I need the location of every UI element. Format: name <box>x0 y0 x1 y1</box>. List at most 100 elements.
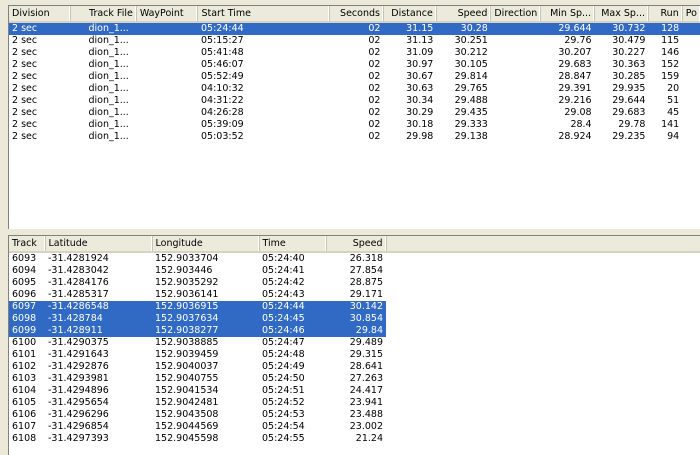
cell-waypoint <box>136 83 198 95</box>
column-header-position[interactable]: Po <box>682 6 700 23</box>
division-row[interactable]: 2 sec dion_1... 05:41:48 02 31.09 30.212 30.20… <box>9 47 700 59</box>
column-header-division[interactable]: Division <box>9 6 71 23</box>
cell-track-file: dion_1... <box>88 119 129 130</box>
cell-max-speed: 30.479 <box>612 35 646 46</box>
cell-seconds: 02 <box>368 107 381 118</box>
column-header-waypoint[interactable]: WayPoint <box>136 6 199 23</box>
track-point-row[interactable]: 6095 -31.4284176 152.9035292 05:24:42 28.875 <box>9 277 700 289</box>
cell-time: 05:24:42 <box>262 277 305 288</box>
track-point-row[interactable]: 6098 -31.428784 152.9037634 05:24:45 30.854 <box>9 313 700 325</box>
track-point-row[interactable]: 6099 -31.428911 152.9038277 05:24:46 29.84 <box>9 325 700 337</box>
division-row[interactable]: 2 sec dion_1... 05:52:49 02 30.67 29.814 28.84… <box>9 71 700 83</box>
division-list-pane[interactable]: Division Track File WayPoint Start Time … <box>8 5 700 230</box>
division-row[interactable]: 2 sec dion_1... 04:26:28 02 30.29 29.435 29.08… <box>9 107 700 119</box>
header-filler <box>386 236 700 253</box>
row-filler <box>386 373 700 385</box>
row-filler <box>386 361 700 373</box>
cell-longitude: 152.9042481 <box>155 397 219 408</box>
track-point-row[interactable]: 6103 -31.4293981 152.9040755 05:24:50 27.263 <box>9 373 700 385</box>
cell-max-speed: 29.235 <box>612 131 646 142</box>
cell-speed: 29.765 <box>454 83 488 94</box>
cell-track-file: dion_1... <box>88 59 129 70</box>
cell-start-time: 04:31:22 <box>200 95 244 106</box>
division-row[interactable]: 2 sec dion_1... 04:10:32 02 30.63 29.765 29.39… <box>9 83 700 95</box>
cell-longitude: 152.9035292 <box>155 277 219 288</box>
cell-track: 6101 <box>12 349 37 360</box>
division-row[interactable]: 2 sec dion_1... 05:15:27 02 31.13 30.251 29.76… <box>9 35 700 47</box>
track-points-table[interactable]: Track Latitude Longitude Time Speed 6093… <box>9 236 700 445</box>
track-points-pane[interactable]: Track Latitude Longitude Time Speed 6093… <box>8 235 700 455</box>
cell-latitude: -31.4293981 <box>48 373 109 384</box>
track-point-row[interactable]: 6102 -31.4292876 152.9040037 05:24:49 28.641 <box>9 361 700 373</box>
cell-speed: 23.488 <box>349 409 383 420</box>
cell-division: 2 sec <box>12 59 38 70</box>
cell-max-speed: 29.78 <box>618 119 646 130</box>
division-row[interactable]: 2 sec dion_1... 05:46:07 02 30.97 30.105 29.68… <box>9 59 700 71</box>
cell-run: 146 <box>661 47 680 58</box>
cell-direction <box>491 107 541 119</box>
track-table-header: Track Latitude Longitude Time Speed <box>9 236 700 253</box>
cell-latitude: -31.4283042 <box>48 265 109 276</box>
cell-run: 51 <box>667 95 680 106</box>
cell-longitude: 152.9043508 <box>155 409 219 420</box>
column-header-longitude[interactable]: Longitude <box>152 236 260 253</box>
track-point-row[interactable]: 6094 -31.4283042 152.903446 05:24:41 27.854 <box>9 265 700 277</box>
cell-direction <box>491 119 541 131</box>
track-point-row[interactable]: 6101 -31.4291643 152.9039459 05:24:48 29.315 <box>9 349 700 361</box>
cell-track-file: dion_1... <box>88 83 129 94</box>
cell-position <box>682 119 700 131</box>
column-header-speed[interactable]: Speed <box>436 6 492 23</box>
track-point-row[interactable]: 6107 -31.4296854 152.9044569 05:24:54 23.002 <box>9 421 700 433</box>
column-header-start-time[interactable]: Start Time <box>197 6 331 23</box>
track-point-row[interactable]: 6093 -31.4281924 152.9033704 05:24:40 26.318 <box>9 252 700 265</box>
cell-track: 6103 <box>12 373 37 384</box>
track-point-row[interactable]: 6096 -31.4285317 152.9036141 05:24:43 29.171 <box>9 289 700 301</box>
column-header-latitude[interactable]: Latitude <box>45 236 153 253</box>
cell-track: 6106 <box>12 409 37 420</box>
track-point-row[interactable]: 6106 -31.4296296 152.9043508 05:24:53 23.488 <box>9 409 700 421</box>
column-header-run[interactable]: Run <box>648 6 683 23</box>
column-header-speed-track[interactable]: Speed <box>326 236 387 253</box>
column-header-time[interactable]: Time <box>259 236 327 253</box>
column-header-min-speed[interactable]: Min Sp... <box>540 6 596 23</box>
division-row[interactable]: 2 sec dion_1... 05:24:44 02 31.15 30.28 29.644… <box>9 22 700 35</box>
row-filler <box>386 409 700 421</box>
cell-direction <box>491 131 541 143</box>
cell-waypoint <box>136 47 198 59</box>
cell-start-time: 05:03:52 <box>200 131 244 142</box>
cell-run: 152 <box>661 59 680 70</box>
column-header-distance[interactable]: Distance <box>383 6 437 23</box>
cell-start-time: 05:52:49 <box>200 71 244 82</box>
cell-track: 6093 <box>12 253 37 264</box>
cell-max-speed: 30.732 <box>594 22 649 35</box>
cell-time: 05:24:43 <box>262 289 305 300</box>
track-point-row[interactable]: 6104 -31.4294896 152.9041534 05:24:51 24.417 <box>9 385 700 397</box>
cell-speed: 29.489 <box>349 337 383 348</box>
cell-latitude: -31.4296296 <box>48 409 109 420</box>
division-row[interactable]: 2 sec dion_1... 05:39:09 02 30.18 29.333 28.4 2… <box>9 119 700 131</box>
cell-distance: 30.18 <box>406 119 434 130</box>
cell-start-time: 05:15:27 <box>200 35 244 46</box>
cell-min-speed: 28.4 <box>570 119 592 130</box>
column-header-max-speed[interactable]: Max Sp... <box>594 6 649 23</box>
cell-run: 115 <box>661 35 680 46</box>
cell-track-file: dion_1... <box>88 107 129 118</box>
column-header-track[interactable]: Track <box>9 236 46 253</box>
column-header-track-file[interactable]: Track File <box>70 6 137 23</box>
track-point-row[interactable]: 6105 -31.4295654 152.9042481 05:24:52 23.941 <box>9 397 700 409</box>
cell-longitude: 152.9039459 <box>155 349 219 360</box>
cell-speed: 29.84 <box>326 325 386 337</box>
division-table[interactable]: Division Track File WayPoint Start Time … <box>9 6 700 143</box>
track-point-row[interactable]: 6108 -31.4297393 152.9045598 05:24:55 21.24 <box>9 433 700 445</box>
track-point-row[interactable]: 6100 -31.4290375 152.9038885 05:24:47 29.489 <box>9 337 700 349</box>
division-row[interactable]: 2 sec dion_1... 05:03:52 02 29.98 29.138 28.92… <box>9 131 700 143</box>
column-header-seconds[interactable]: Seconds <box>329 6 384 23</box>
cell-division: 2 sec <box>9 22 71 35</box>
column-header-direction[interactable]: Direction <box>490 6 542 23</box>
cell-position <box>682 47 700 59</box>
division-row[interactable]: 2 sec dion_1... 04:31:22 02 30.34 29.488 29.21… <box>9 95 700 107</box>
cell-speed: 30.142 <box>326 301 386 313</box>
cell-speed: 30.28 <box>436 22 491 35</box>
cell-seconds: 02 <box>368 47 381 58</box>
track-point-row[interactable]: 6097 -31.4286548 152.9036915 05:24:44 30.142 <box>9 301 700 313</box>
